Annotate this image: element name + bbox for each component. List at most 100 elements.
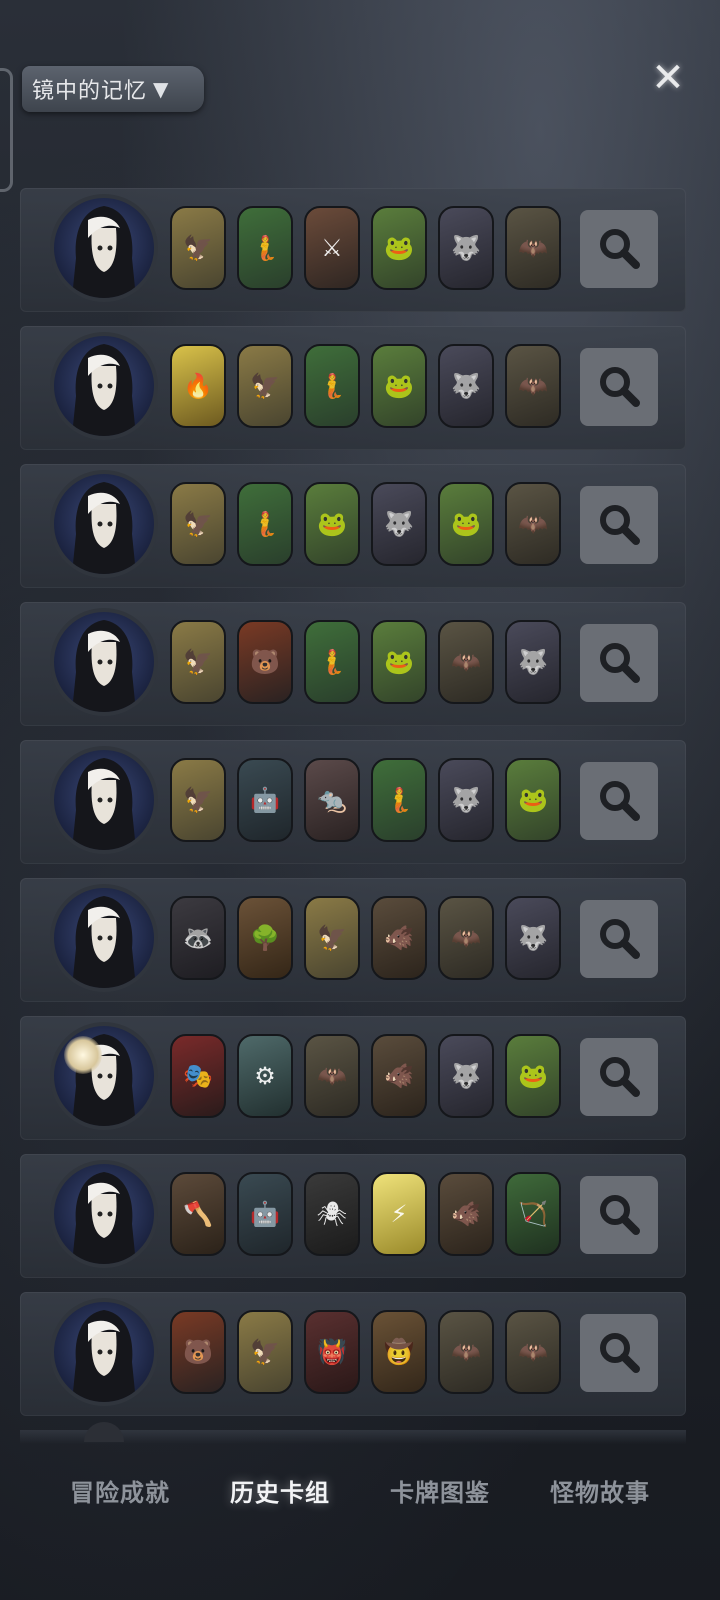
card-siren[interactable]: 🧜 [237,482,293,566]
card-frog[interactable]: 🐸 [371,206,427,290]
card-bat[interactable]: 🦇 [438,896,494,980]
view-deck-button[interactable] [580,486,658,564]
card-toad-man[interactable]: 🐗 [438,1172,494,1256]
siren-icon: 🧜 [250,510,280,538]
deck-history-list[interactable]: 🦅 🧜 ⚔ 🐸 🐺 🦇 🔥 🦅 🧜 🐸 🐺 🦇 🦅 🧜 🐸 🐺 🐸 🦇 🦅 🐻 🧜 🐸 🦇 🐺 🦅 🤖 🐀 🧜 🐺 🐸 🦝 🌳 🦅 🐗 🦇 🐺 🎭 ⚙ 🦇 🐗… [20,188,686,1430]
card-frog[interactable]: 🐸 [371,620,427,704]
card-siren[interactable]: 🧜 [237,206,293,290]
card-eagle[interactable]: 🦅 [170,482,226,566]
view-deck-button[interactable] [580,210,658,288]
card-toad-man[interactable]: 🐗 [371,1034,427,1118]
card-wolf[interactable]: 🐺 [438,758,494,842]
wolf-icon: 🐺 [451,372,481,400]
card-bat[interactable]: 🦇 [438,1310,494,1394]
card-wolf[interactable]: 🐺 [438,1034,494,1118]
card-machine[interactable]: ⚙ [237,1034,293,1118]
view-deck-button[interactable] [580,1314,658,1392]
close-button[interactable]: ✕ [646,55,690,101]
view-deck-button[interactable] [580,348,658,426]
card-treant[interactable]: 🌳 [237,896,293,980]
card-eagle[interactable]: 🦅 [170,758,226,842]
card-spider[interactable]: 🕷 [304,1172,360,1256]
tab-achievements[interactable]: 冒险成就 [54,1463,186,1518]
card-wolf[interactable]: 🐺 [438,344,494,428]
card-cowboy[interactable]: 🤠 [371,1310,427,1394]
card-frog[interactable]: 🐸 [505,1034,561,1118]
card-siren[interactable]: 🧜 [304,620,360,704]
card-bat[interactable]: 🦇 [505,206,561,290]
card-eagle[interactable]: 🦅 [237,344,293,428]
deck-row[interactable]: 🦅 🤖 🐀 🧜 🐺 🐸 [20,740,686,864]
card-wolf[interactable]: 🐺 [438,206,494,290]
card-eagle[interactable]: 🦅 [170,620,226,704]
card-eagle[interactable]: 🦅 [170,206,226,290]
card-wolf[interactable]: 🐺 [371,482,427,566]
card-bat[interactable]: 🦇 [505,482,561,566]
card-fire-bear[interactable]: 🐻 [170,1310,226,1394]
view-deck-button[interactable] [580,762,658,840]
card-knight[interactable]: ⚔ [304,206,360,290]
card-dwarf[interactable]: 🪓 [170,1172,226,1256]
card-raccoon[interactable]: 🦝 [170,896,226,980]
card-eagle[interactable]: 🦅 [304,896,360,980]
fire-bear-icon: 🐻 [250,648,280,676]
card-robot[interactable]: 🤖 [237,1172,293,1256]
side-frame [0,68,13,192]
frog-icon: 🐸 [317,510,347,538]
card-siren[interactable]: 🧜 [371,758,427,842]
card-imp[interactable]: 👹 [304,1310,360,1394]
card-fire-warrior[interactable]: 🔥 [170,344,226,428]
bat-icon: 🦇 [317,1062,347,1090]
deck-row[interactable]: 🦅 🐻 🧜 🐸 🦇 🐺 [20,602,686,726]
frog-icon: 🐸 [518,1062,548,1090]
tab-deck-history[interactable]: 历史卡组 [214,1463,346,1518]
toad-man-icon: 🐗 [384,924,414,952]
view-deck-button[interactable] [580,1038,658,1116]
tab-card-catalog[interactable]: 卡牌图鉴 [374,1463,506,1518]
fire-warrior-icon: 🔥 [183,372,213,400]
siren-icon: 🧜 [317,372,347,400]
card-lightning[interactable]: ⚡ [371,1172,427,1256]
imp-icon: 👹 [317,1338,347,1366]
card-ranger[interactable]: 🏹 [505,1172,561,1256]
deck-row[interactable]: 🔥 🦅 🧜 🐸 🐺 🦇 [20,326,686,450]
card-frog[interactable]: 🐸 [505,758,561,842]
card-wolf[interactable]: 🐺 [505,620,561,704]
card-frog[interactable]: 🐸 [304,482,360,566]
deck-row[interactable]: 🦅 🧜 🐸 🐺 🐸 🦇 [20,464,686,588]
card-eagle[interactable]: 🦅 [237,1310,293,1394]
deck-row[interactable]: 🐻 🦅 👹 🤠 🦇 🦇 [20,1292,686,1416]
card-frog[interactable]: 🐸 [371,344,427,428]
deck-row[interactable]: 🦝 🌳 🦅 🐗 🦇 🐺 [20,878,686,1002]
frog-icon: 🐸 [384,234,414,262]
card-rat[interactable]: 🐀 [304,758,360,842]
card-wolf[interactable]: 🐺 [505,896,561,980]
cowboy-icon: 🤠 [384,1338,414,1366]
card-bat[interactable]: 🦇 [505,1310,561,1394]
hooded-hero-avatar [50,746,158,854]
view-deck-button[interactable] [580,1176,658,1254]
card-fire-bear[interactable]: 🐻 [237,620,293,704]
view-deck-button[interactable] [580,624,658,702]
deck-row[interactable]: 🎭 ⚙ 🦇 🐗 🐺 🐸 [20,1016,686,1140]
rat-icon: 🐀 [317,786,347,814]
title-dropdown[interactable]: 镜中的记忆 ▼ [22,66,204,112]
card-bat[interactable]: 🦇 [438,620,494,704]
card-frog[interactable]: 🐸 [438,482,494,566]
bat-icon: 🦇 [518,372,548,400]
tab-monster-stories[interactable]: 怪物故事 [534,1463,666,1518]
bat-icon: 🦇 [451,648,481,676]
deck-row[interactable]: 🦅 🧜 ⚔ 🐸 🐺 🦇 [20,188,686,312]
card-bat[interactable]: 🦇 [505,344,561,428]
spider-icon: 🕷 [316,1200,348,1228]
card-bat[interactable]: 🦇 [304,1034,360,1118]
view-deck-button[interactable] [580,900,658,978]
frog-icon: 🐸 [384,372,414,400]
card-toad-man[interactable]: 🐗 [371,896,427,980]
deck-row[interactable]: 🪓 🤖 🕷 ⚡ 🐗 🏹 [20,1154,686,1278]
card-robot[interactable]: 🤖 [237,758,293,842]
card-jester[interactable]: 🎭 [170,1034,226,1118]
card-list: 🔥 🦅 🧜 🐸 🐺 🦇 [170,344,561,428]
card-siren[interactable]: 🧜 [304,344,360,428]
hooded-hero-avatar [50,884,158,992]
